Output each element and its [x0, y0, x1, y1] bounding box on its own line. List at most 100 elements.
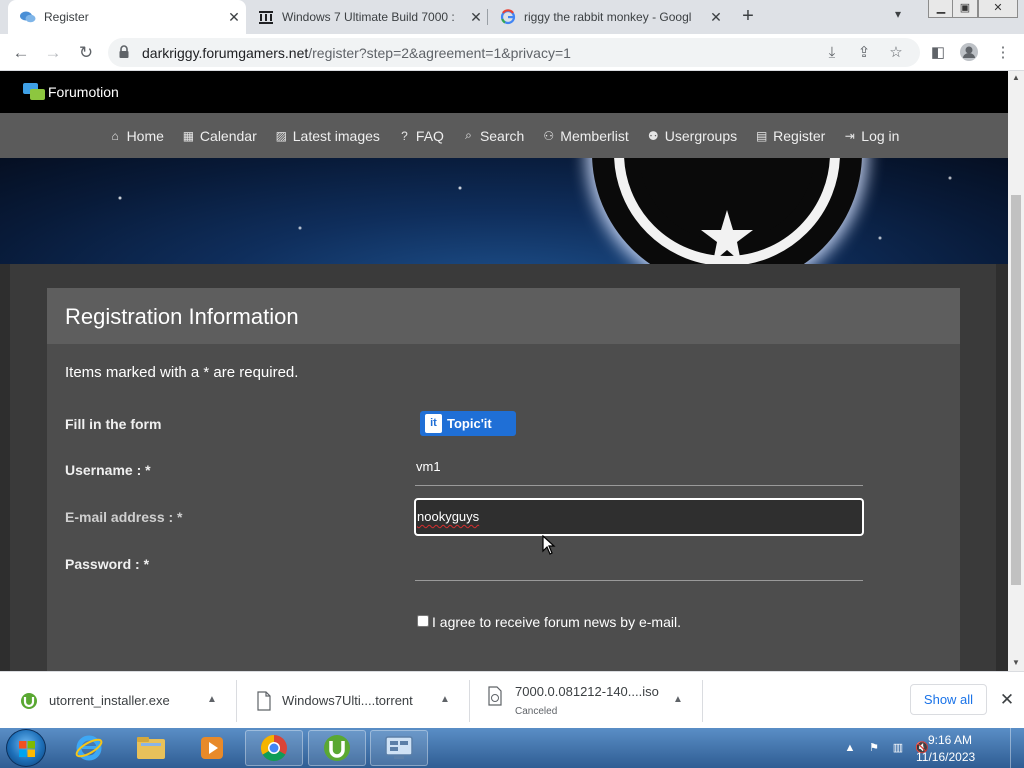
tab-title: Windows 7 Ultimate Build 7000 : — [282, 10, 455, 24]
tab-google[interactable]: riggy the rabbit monkey - Googl ✕ — [488, 0, 728, 34]
nav-latest-images[interactable]: ▨ Latest images — [275, 128, 380, 144]
network-icon[interactable]: ▥ — [890, 740, 906, 756]
forumotion-brand[interactable]: Forumotion — [48, 84, 119, 100]
nav-register[interactable]: ▤ Register — [755, 128, 825, 144]
download-item[interactable]: utorrent_installer.exe ▲ — [0, 672, 236, 729]
close-icon[interactable]: ✕ — [222, 9, 246, 26]
username-value: vm1 — [416, 459, 441, 474]
nav-usergroups[interactable]: ⚉ Usergroups — [647, 128, 737, 144]
address-bar[interactable]: darkriggy.forumgamers.net/register?step=… — [108, 38, 920, 67]
taskbar-media-player[interactable] — [183, 730, 241, 766]
email-field[interactable]: nookyguys — [414, 498, 864, 536]
close-icon[interactable]: ✕ — [704, 9, 728, 26]
scroll-down-icon[interactable]: ▼ — [1008, 656, 1024, 670]
nav-calendar[interactable]: ▦ Calendar — [182, 128, 257, 144]
chevron-up-icon[interactable]: ▲ — [437, 692, 453, 708]
windows-logo-icon — [19, 741, 35, 757]
taskbar-explorer[interactable] — [122, 730, 180, 766]
taskbar-utorrent[interactable] — [308, 730, 366, 766]
tab-register[interactable]: Register ✕ — [8, 0, 246, 34]
show-desktop-button[interactable] — [1010, 728, 1024, 768]
install-icon[interactable]: ⤓ — [822, 43, 842, 63]
share-icon[interactable]: ⇪ — [854, 43, 874, 63]
new-tab-button[interactable]: + — [736, 5, 760, 29]
url-text[interactable]: darkriggy.forumgamers.net/register?step=… — [142, 45, 571, 61]
username-field[interactable]: vm1 — [415, 448, 863, 486]
nav-label: Home — [126, 127, 164, 144]
taskbar-internet-explorer[interactable] — [60, 730, 118, 766]
close-icon[interactable]: ✕ — [464, 9, 488, 26]
members-icon: ⚇ — [543, 128, 555, 143]
image-icon: ▨ — [275, 128, 287, 143]
login-icon: ⇥ — [844, 128, 855, 143]
nav-memberlist[interactable]: ⚇ Memberlist — [542, 128, 628, 144]
email-value: nookyguys — [417, 509, 480, 524]
back-arrow-icon[interactable]: ← — [10, 42, 32, 64]
utorrent-icon — [324, 735, 350, 761]
control-panel-icon — [385, 736, 413, 759]
minimize-button[interactable]: ▁ — [928, 0, 954, 18]
chevron-up-icon[interactable]: ▲ — [204, 692, 220, 708]
start-button[interactable] — [6, 729, 46, 767]
download-separator — [702, 680, 703, 722]
tab-windows7[interactable]: Windows 7 Ultimate Build 7000 : ✕ — [246, 0, 488, 34]
archive-building-icon — [259, 11, 273, 24]
star-emblem-icon — [701, 210, 753, 262]
close-icon[interactable]: ✕ — [996, 689, 1018, 711]
download-name: utorrent_installer.exe — [49, 693, 170, 708]
utorrent-icon — [21, 693, 37, 709]
username-label: Username : * — [65, 462, 151, 478]
taskbar-control-panel[interactable] — [370, 730, 428, 766]
tab-title: riggy the rabbit monkey - Googl — [524, 10, 692, 24]
clock-time[interactable]: 9:16 AM — [928, 733, 972, 747]
profile-avatar-icon[interactable] — [958, 42, 980, 64]
url-path: /register?step=2&agreement=1&privacy=1 — [308, 45, 571, 61]
newsletter-checkbox[interactable] — [417, 615, 429, 627]
download-item[interactable]: 7000.0.081212-140....iso Canceled ▲ — [470, 672, 702, 729]
internet-explorer-icon — [75, 735, 103, 761]
download-status: Canceled — [515, 706, 558, 717]
reload-icon[interactable]: ↻ — [75, 42, 97, 64]
taskbar-chrome[interactable] — [245, 730, 303, 766]
page-scrollbar[interactable]: ▲ ▼ — [1008, 71, 1024, 671]
usergroups-icon: ⚉ — [647, 128, 659, 143]
menu-dots-icon[interactable]: ⋮ — [992, 42, 1014, 64]
side-panel-icon[interactable]: ◧ — [927, 42, 949, 64]
nav-label: Log in — [861, 127, 900, 144]
forumotion-logo-icon[interactable] — [22, 80, 46, 104]
window-close-button[interactable]: ✕ — [978, 0, 1018, 18]
clock-date[interactable]: 11/16/2023 — [916, 750, 975, 764]
show-hidden-icons-icon[interactable]: ▲ — [842, 740, 858, 756]
download-name: 7000.0.081212-140....iso — [515, 684, 659, 699]
media-player-icon — [201, 737, 223, 759]
scrollbar-thumb[interactable] — [1011, 195, 1021, 585]
topicit-button[interactable]: it Topic'it — [420, 411, 516, 436]
nav-label: Memberlist — [560, 127, 629, 144]
topicit-logo-icon: it — [425, 414, 442, 433]
nav-faq[interactable]: ? FAQ — [398, 128, 444, 144]
newsletter-label[interactable]: I agree to receive forum news by e-mail. — [432, 614, 681, 630]
show-all-button[interactable]: Show all — [910, 684, 987, 715]
forumotion-bar: Forumotion — [0, 71, 1008, 113]
maximize-button[interactable]: ▣ — [952, 0, 978, 18]
page-viewport: Forumotion ⌂ Home ▦ Calendar ▨ Latest image… — [0, 71, 1008, 671]
search-icon: ⌕ — [465, 128, 472, 142]
fill-form-label: Fill in the form — [65, 416, 162, 432]
nav-log-in[interactable]: ⇥ Log in — [843, 127, 900, 144]
nav-label: Register — [773, 127, 826, 144]
download-item[interactable]: Windows7Ulti....torrent ▲ — [237, 672, 469, 729]
star-icon[interactable]: ☆ — [886, 43, 906, 63]
action-center-icon[interactable]: ⚑ — [866, 740, 882, 756]
chevron-up-icon[interactable]: ▲ — [670, 692, 686, 708]
chevron-down-icon[interactable]: ▾ — [895, 7, 901, 21]
tab-title: Register — [44, 10, 89, 24]
nav-home[interactable]: ⌂ Home — [109, 127, 164, 144]
lock-icon[interactable] — [118, 45, 130, 59]
password-field[interactable] — [415, 543, 863, 581]
forward-arrow-icon[interactable]: → — [42, 42, 64, 64]
nav-search[interactable]: ⌕ Search — [462, 128, 524, 144]
disc-image-icon — [488, 686, 502, 706]
nav-label: Calendar — [199, 127, 257, 144]
scroll-up-icon[interactable]: ▲ — [1008, 71, 1024, 85]
forum-navbar: ⌂ Home ▦ Calendar ▨ Latest images ? FAQ ⌕ Sea… — [0, 113, 1008, 158]
